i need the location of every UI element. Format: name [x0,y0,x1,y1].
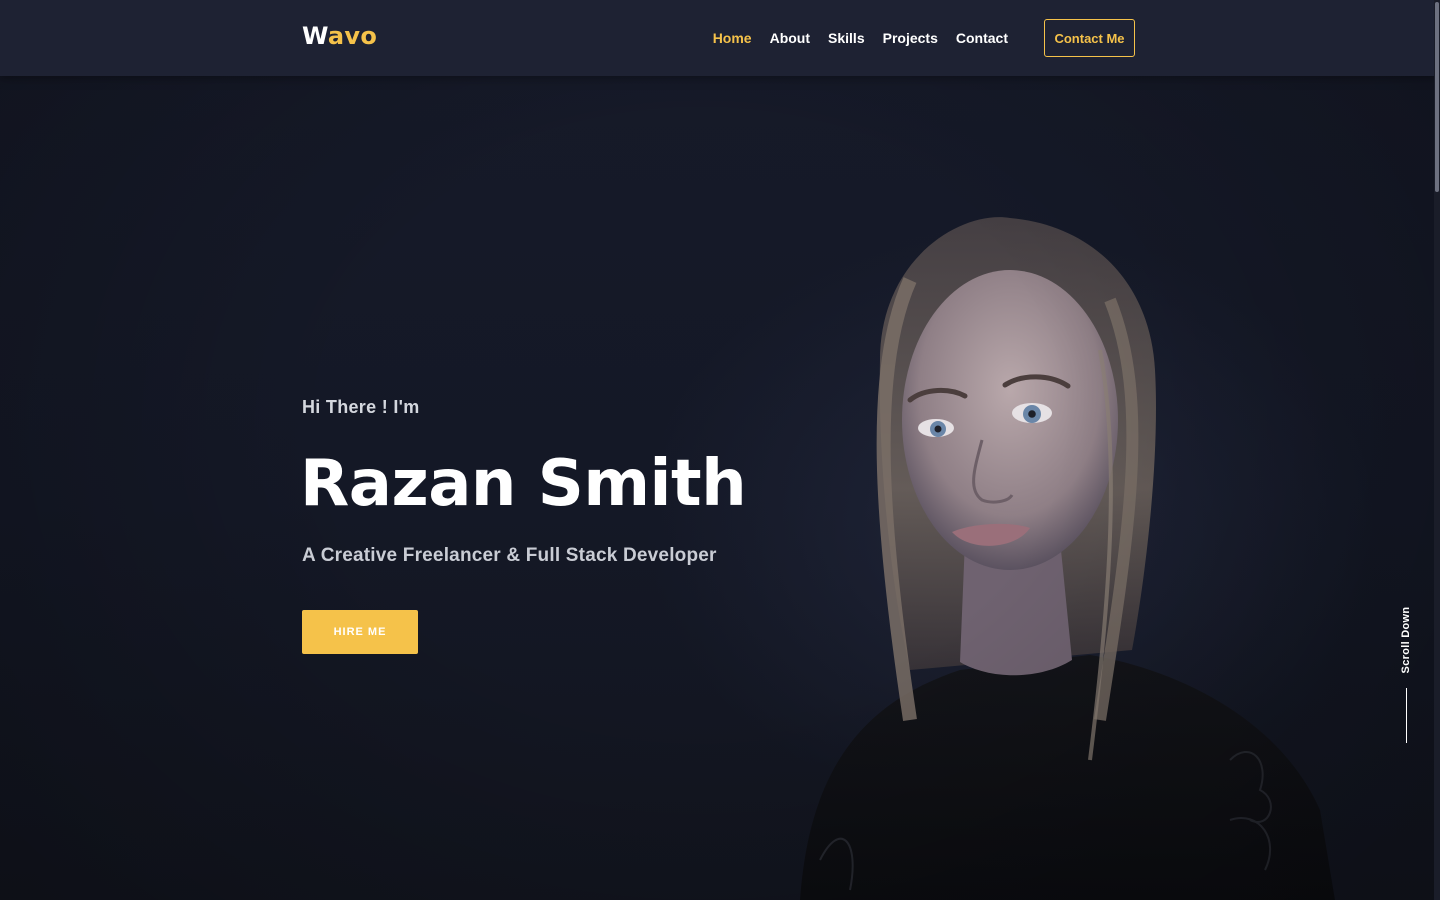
logo-first-letter: W [302,22,328,50]
hero-name-heading: Razan Smith [300,447,747,521]
scroll-down-indicator[interactable]: Scroll Down [1394,600,1420,750]
hero-greeting: Hi There ! I'm [302,397,420,417]
main-nav: Home About Skills Projects Contact [713,0,1008,76]
page-scrollbar-thumb[interactable] [1435,2,1439,192]
nav-link-contact[interactable]: Contact [956,30,1008,46]
scroll-down-label: Scroll Down [1400,606,1412,674]
portfolio-page: Wavo Home About Skills Projects Contact … [0,0,1440,900]
nav-link-projects[interactable]: Projects [883,30,938,46]
hero-tagline: A Creative Freelancer & Full Stack Devel… [302,545,717,566]
scroll-down-line [1406,688,1407,743]
site-logo[interactable]: Wavo [302,22,377,50]
nav-link-skills[interactable]: Skills [828,30,865,46]
nav-link-about[interactable]: About [770,30,810,46]
navbar: Wavo Home About Skills Projects Contact … [0,0,1440,76]
logo-rest: avo [327,22,378,50]
contact-me-button[interactable]: Contact Me [1044,19,1135,57]
hire-me-button[interactable]: HIRE ME [302,610,418,654]
nav-link-home[interactable]: Home [713,30,752,46]
